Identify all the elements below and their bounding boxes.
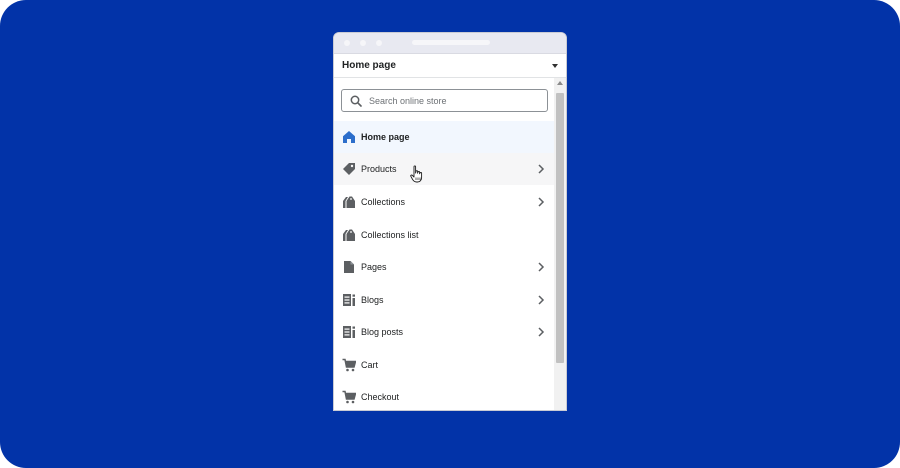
window-dot [360,40,366,46]
page-menu: Search online store Home page Products C… [334,78,555,410]
chevron-right-icon[interactable] [537,262,545,272]
tag-icon [343,163,355,175]
menu-item-products[interactable]: Products [334,153,555,185]
search-input[interactable]: Search online store [341,89,548,112]
menu-item-label: Pages [361,262,387,272]
cart-icon [342,358,356,372]
collections-icon [343,196,355,208]
search-placeholder: Search online store [369,96,447,106]
menu-item-pages[interactable]: Pages [334,251,555,283]
window-dot [376,40,382,46]
store-editor-window: Home page Search online store Home page [333,32,567,411]
caret-down-icon[interactable] [552,64,558,68]
cart-icon [342,390,356,404]
menu-item-label: Collections list [361,230,419,240]
window-titlebar [334,33,566,54]
chevron-right-icon[interactable] [537,197,545,207]
menu-item-label: Products [361,164,397,174]
chevron-right-icon[interactable] [537,295,545,305]
blog-icon [343,294,355,306]
address-bar [412,40,490,45]
background-canvas: Home page Search online store Home page [0,0,900,468]
window-dot [344,40,350,46]
menu-item-collections[interactable]: Collections [334,186,555,218]
menu-item-checkout[interactable]: Checkout [334,381,555,410]
menu-item-label: Cart [361,360,379,370]
page-icon [344,261,354,273]
menu-item-label: Collections [361,197,406,207]
search-icon [350,95,362,107]
blog-icon [343,326,355,338]
menu-item-collections-list[interactable]: Collections list [334,219,555,251]
collections-icon [343,229,355,241]
home-icon [343,131,355,143]
scroll-up-arrow-icon[interactable] [557,81,563,85]
chevron-right-icon[interactable] [537,327,545,337]
menu-item-label: Blogs [361,295,384,305]
chevron-right-icon[interactable] [537,164,545,174]
menu-item-blog-posts[interactable]: Blog posts [334,316,555,348]
menu-item-label: Checkout [361,392,400,402]
menu-item-label: Home page [361,132,410,142]
hand-pointer-icon [410,165,423,183]
menu-item-label: Blog posts [361,327,404,337]
page-selector[interactable]: Home page [334,54,566,78]
scrollbar-thumb[interactable] [556,93,564,363]
menu-item-cart[interactable]: Cart [334,349,555,381]
scrollbar[interactable] [554,78,566,410]
menu-item-home-page[interactable]: Home page [334,121,555,153]
menu-item-blogs[interactable]: Blogs [334,284,555,316]
page-selector-label: Home page [342,60,396,71]
